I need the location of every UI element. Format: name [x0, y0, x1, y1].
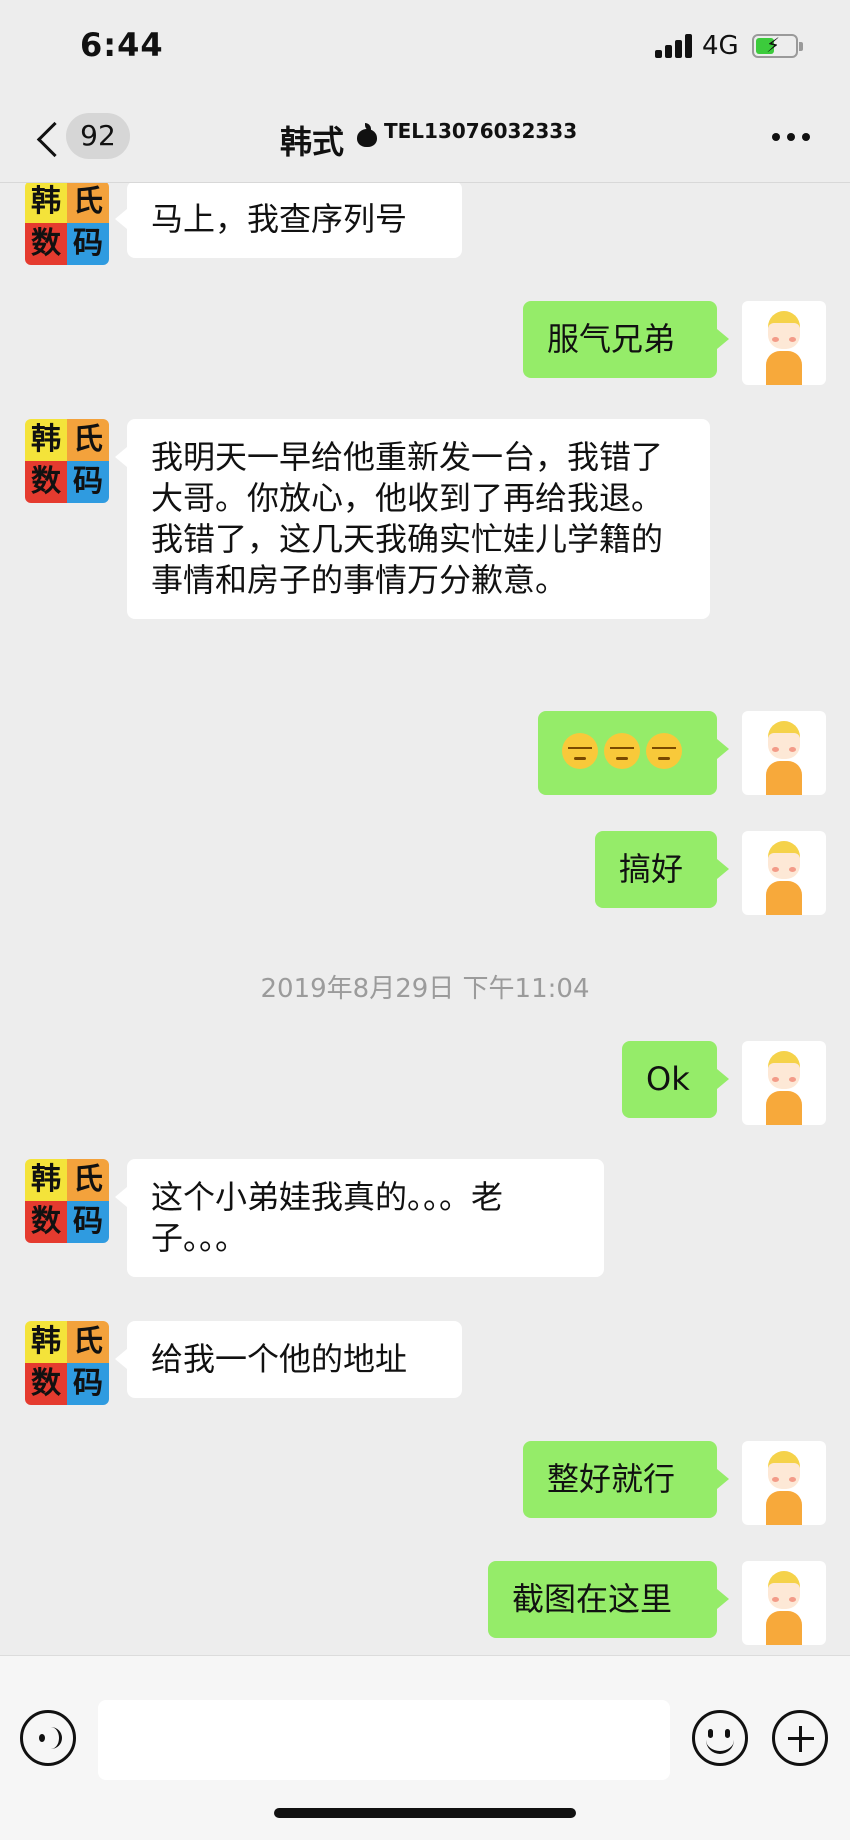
chat-header: 92 韩式 TEL13076032333	[0, 95, 850, 183]
contact-avatar[interactable]: 韩 氏 数 码	[25, 419, 109, 503]
message-bubble-outgoing[interactable]	[538, 711, 729, 795]
voice-icon[interactable]	[20, 1710, 76, 1766]
my-avatar[interactable]	[742, 301, 826, 385]
unread-count-badge[interactable]: 92	[66, 113, 130, 159]
network-label: 4G	[702, 31, 739, 61]
chat-subtitle: TEL13076032333	[384, 119, 578, 143]
my-avatar[interactable]	[742, 711, 826, 795]
message-list[interactable]: 韩 氏 数 码 马上，我查序列号 服气兄弟 韩 氏 数 码 我明天一早给他重新发…	[0, 183, 850, 1655]
chat-title: 韩式	[280, 123, 345, 161]
my-avatar[interactable]	[742, 1561, 826, 1645]
message-bubble-incoming[interactable]: 我明天一早给他重新发一台，我错了大哥。你放心，他收到了再给我退。我错了，这几天我…	[115, 419, 710, 619]
message-bubble-outgoing[interactable]: Ok	[622, 1041, 729, 1118]
back-icon[interactable]	[36, 119, 60, 159]
emoji-icon[interactable]	[692, 1710, 748, 1766]
message-input[interactable]	[98, 1700, 670, 1780]
my-avatar[interactable]	[742, 831, 826, 915]
message-bubble-outgoing[interactable]: 服气兄弟	[523, 301, 729, 378]
home-indicator	[274, 1808, 576, 1818]
signal-icon	[655, 34, 693, 58]
message-bubble-incoming[interactable]: 这个小弟娃我真的。。。老子。。。	[115, 1159, 604, 1277]
sweat-smile-icon	[562, 733, 598, 769]
plus-icon[interactable]	[772, 1710, 828, 1766]
message-bubble-outgoing[interactable]: 整好就行	[523, 1441, 729, 1518]
sweat-smile-icon	[604, 733, 640, 769]
battery-icon: ⚡	[752, 33, 803, 58]
message-bubble-outgoing[interactable]: 搞好	[595, 831, 729, 908]
message-bubble-incoming[interactable]: 给我一个他的地址	[115, 1321, 462, 1398]
contact-avatar[interactable]: 韩 氏 数 码	[25, 1321, 109, 1405]
apple-icon	[356, 123, 378, 147]
more-icon[interactable]	[772, 133, 812, 143]
message-bubble-incoming[interactable]: 马上，我查序列号	[115, 183, 462, 258]
my-avatar[interactable]	[742, 1041, 826, 1125]
status-bar: 6:44 4G ⚡	[0, 0, 850, 95]
contact-avatar[interactable]: 韩 氏 数 码	[25, 1159, 109, 1243]
message-bubble-outgoing[interactable]: 截图在这里	[488, 1561, 729, 1638]
contact-avatar[interactable]: 韩 氏 数 码	[25, 183, 109, 265]
sweat-smile-icon	[646, 733, 682, 769]
my-avatar[interactable]	[742, 1441, 826, 1525]
message-timestamp: 2019年8月29日 下午11:04	[260, 974, 590, 1004]
status-time: 6:44	[80, 26, 164, 64]
